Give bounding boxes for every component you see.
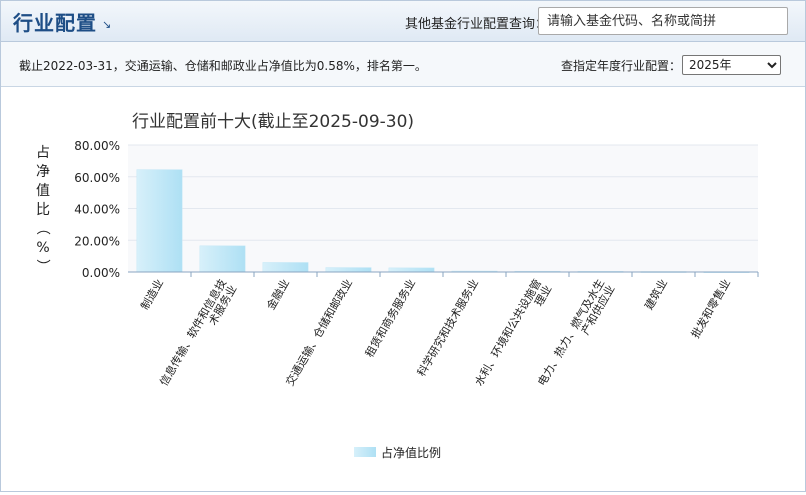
year-select-label: 查指定年度行业配置： [561,59,682,73]
svg-text:科学研究和技术服务业: 科学研究和技术服务业 [414,277,481,379]
x-tick-label: 建筑业 [641,277,670,313]
chart-area: 行业配置前十大(截止至2025-09-30) 占净值比 （% ） 0.00% 20.0… [1,87,805,491]
bar[interactable] [262,262,309,273]
svg-text:制造业: 制造业 [137,277,166,313]
info-bar: 截止2022-03-31，交通运输、仓储和邮政业占净值比为0.58%，排名第一。… [1,42,805,87]
y-axis-label-char: 净 [36,164,50,180]
x-tick-label: 信息传输、软件和信息技术服务业 [156,277,239,395]
industry-bar-chart: 行业配置前十大(截止至2025-09-30) 占净值比 （% ） 0.00% 20.0… [34,112,759,460]
chart-title: 行业配置前十大(截止至2025-09-30) [132,112,414,132]
search-label: 其他基金行业配置查询： [405,17,549,32]
year-select[interactable]: 2025年 [682,55,781,75]
fund-search-input[interactable] [538,7,788,35]
bar[interactable] [199,245,246,273]
y-axis-label-char: 值 [36,183,50,199]
expand-arrow-icon[interactable]: ↘ [102,18,111,31]
y-axis-label-char: 占 [36,145,50,161]
panel-header: 行业配置 ↘ 其他基金行业配置查询： [1,1,805,42]
svg-text:租赁和商务服务业: 租赁和商务服务业 [362,277,418,360]
panel-title: 行业配置 [13,11,97,35]
svg-text:信息传输、软件和信息技术服务业: 信息传输、软件和信息技术服务业 [156,277,239,395]
y-axis-label-char: 比 [36,202,50,218]
bar[interactable] [325,267,372,273]
y-tick-label: 0.00% [82,266,120,280]
y-axis-label-char: % [36,240,49,256]
y-axis-label-char: （ [34,221,50,235]
y-axis-label: 占净值比 （% ） [34,145,50,273]
x-tick-label: 交通运输、仓储和邮政业 [282,277,355,389]
y-tick-label: 20.00% [74,234,120,248]
x-tick-label: 制造业 [137,277,166,313]
svg-text:交通运输、仓储和邮政业: 交通运输、仓储和邮政业 [282,277,355,389]
industry-allocation-panel: 行业配置 ↘ 其他基金行业配置查询： 截止2022-03-31，交通运输、仓储和… [0,0,806,492]
allocation-summary: 截止2022-03-31，交通运输、仓储和邮政业占净值比为0.58%，排名第一。 [19,59,427,73]
x-tick-label: 租赁和商务服务业 [362,277,418,360]
y-tick-label: 60.00% [74,171,120,185]
x-tick-label: 批发和零售业 [688,277,733,341]
svg-text:建筑业: 建筑业 [641,277,670,313]
y-tick-label: 80.00% [74,139,120,153]
y-axis-label-char: ） [34,259,50,273]
bar[interactable] [136,169,183,273]
chart-legend: 占净值比例 [354,445,441,460]
y-tick-label: 40.00% [74,203,120,217]
svg-text:批发和零售业: 批发和零售业 [688,277,733,341]
bar[interactable] [388,267,435,273]
svg-text:金融业: 金融业 [263,277,292,313]
legend-label: 占净值比例 [381,445,441,460]
legend-swatch [354,447,376,457]
x-tick-label: 金融业 [263,277,292,313]
x-tick-label: 科学研究和技术服务业 [414,277,481,379]
